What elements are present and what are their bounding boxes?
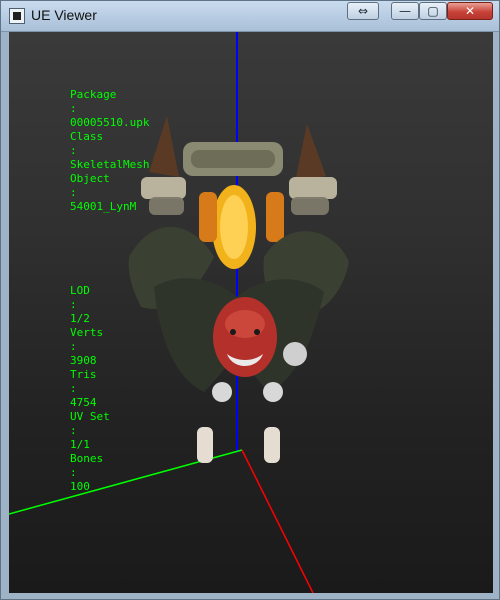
close-icon: ✕ xyxy=(464,4,476,18)
info-separator: : xyxy=(69,186,77,199)
close-button[interactable]: ✕ xyxy=(447,2,493,20)
info-separator: : xyxy=(69,340,77,353)
info-value-lod: 1/2 xyxy=(69,312,90,325)
restore-icon: ⇔ xyxy=(357,4,369,18)
info-value-class: SkeletalMesh xyxy=(69,158,150,171)
info-separator: : xyxy=(69,102,77,115)
info-separator: : xyxy=(69,466,77,479)
app-icon xyxy=(9,8,25,24)
info-key-package: Package xyxy=(69,88,117,101)
window-title: UE Viewer xyxy=(31,7,97,23)
minimize-button[interactable]: — xyxy=(391,2,419,20)
app-window: UE Viewer ⇔ — ▢ ✕ Package: 00005510.upk… xyxy=(0,0,500,600)
mesh-info-overlay: Package : 00005510.upk Class : SkeletalM… xyxy=(17,46,150,493)
info-value-uvset: 1/1 xyxy=(69,438,90,451)
info-separator: : xyxy=(69,424,77,437)
info-key-bones: Bones xyxy=(69,452,104,465)
minimize-icon: — xyxy=(399,4,411,18)
info-value-bones: 100 xyxy=(69,480,90,493)
info-key-tris: Tris xyxy=(69,368,97,381)
x-axis xyxy=(241,449,314,593)
maximize-button[interactable]: ▢ xyxy=(419,2,447,20)
model xyxy=(128,116,349,463)
info-key-object: Object xyxy=(69,172,110,185)
info-row-lod: LOD : 1/2 xyxy=(17,270,149,325)
info-separator: : xyxy=(69,144,77,157)
info-value-tris: 4754 xyxy=(69,396,97,409)
info-value-object: 54001_LynM xyxy=(69,200,137,213)
restore-button[interactable]: ⇔ xyxy=(347,2,379,20)
info-separator: : xyxy=(69,298,77,311)
info-value-verts: 3908 xyxy=(69,354,97,367)
maximize-icon: ▢ xyxy=(427,4,439,18)
info-key-lod: LOD xyxy=(69,284,90,297)
title-bar[interactable]: UE Viewer ⇔ — ▢ ✕ xyxy=(1,1,499,32)
info-key-uvset: UV Set xyxy=(69,410,110,423)
info-row-package: Package : 00005510.upk xyxy=(17,74,149,129)
info-key-class: Class xyxy=(69,130,104,143)
info-key-verts: Verts xyxy=(69,326,104,339)
info-value-package: 00005510.upk xyxy=(69,116,150,129)
3d-viewport[interactable]: Package : 00005510.upk Class : SkeletalM… xyxy=(9,32,493,593)
info-separator: : xyxy=(69,382,77,395)
